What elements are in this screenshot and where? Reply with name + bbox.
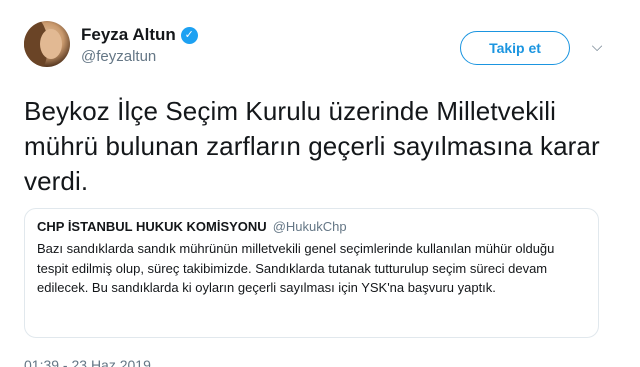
author-display-name[interactable]: Feyza Altun: [81, 25, 176, 45]
follow-button[interactable]: Takip et: [460, 31, 570, 65]
quoted-tweet-header: CHP İSTANBUL HUKUK KOMİSYONU @HukukChp: [37, 219, 586, 234]
avatar-face: [40, 29, 62, 59]
quoted-tweet[interactable]: CHP İSTANBUL HUKUK KOMİSYONU @HukukChp B…: [24, 208, 599, 338]
tweet-text: Beykoz İlçe Seçim Kurulu üzerinde Millet…: [24, 96, 600, 196]
tweet-timestamp[interactable]: 01:39 - 23 Haz 2019: [24, 356, 151, 367]
chevron-down-icon[interactable]: ⌵: [590, 39, 604, 53]
tweet-card: Feyza Altun ✓ @feyzaltun Takip et ⌵ Beyk…: [0, 0, 640, 367]
author-block: Feyza Altun ✓ @feyzaltun: [81, 25, 198, 66]
author-handle[interactable]: @feyzaltun: [81, 48, 198, 66]
quoted-tweet-author-handle: @HukukChp: [272, 219, 347, 234]
avatar[interactable]: [24, 21, 70, 67]
quoted-tweet-text: Bazı sandıklarda sandık mührünün milletv…: [37, 241, 555, 295]
quoted-tweet-author-name: CHP İSTANBUL HUKUK KOMİSYONU: [37, 219, 267, 234]
author-name-row: Feyza Altun ✓: [81, 25, 198, 45]
verified-badge-icon: ✓: [180, 26, 198, 44]
